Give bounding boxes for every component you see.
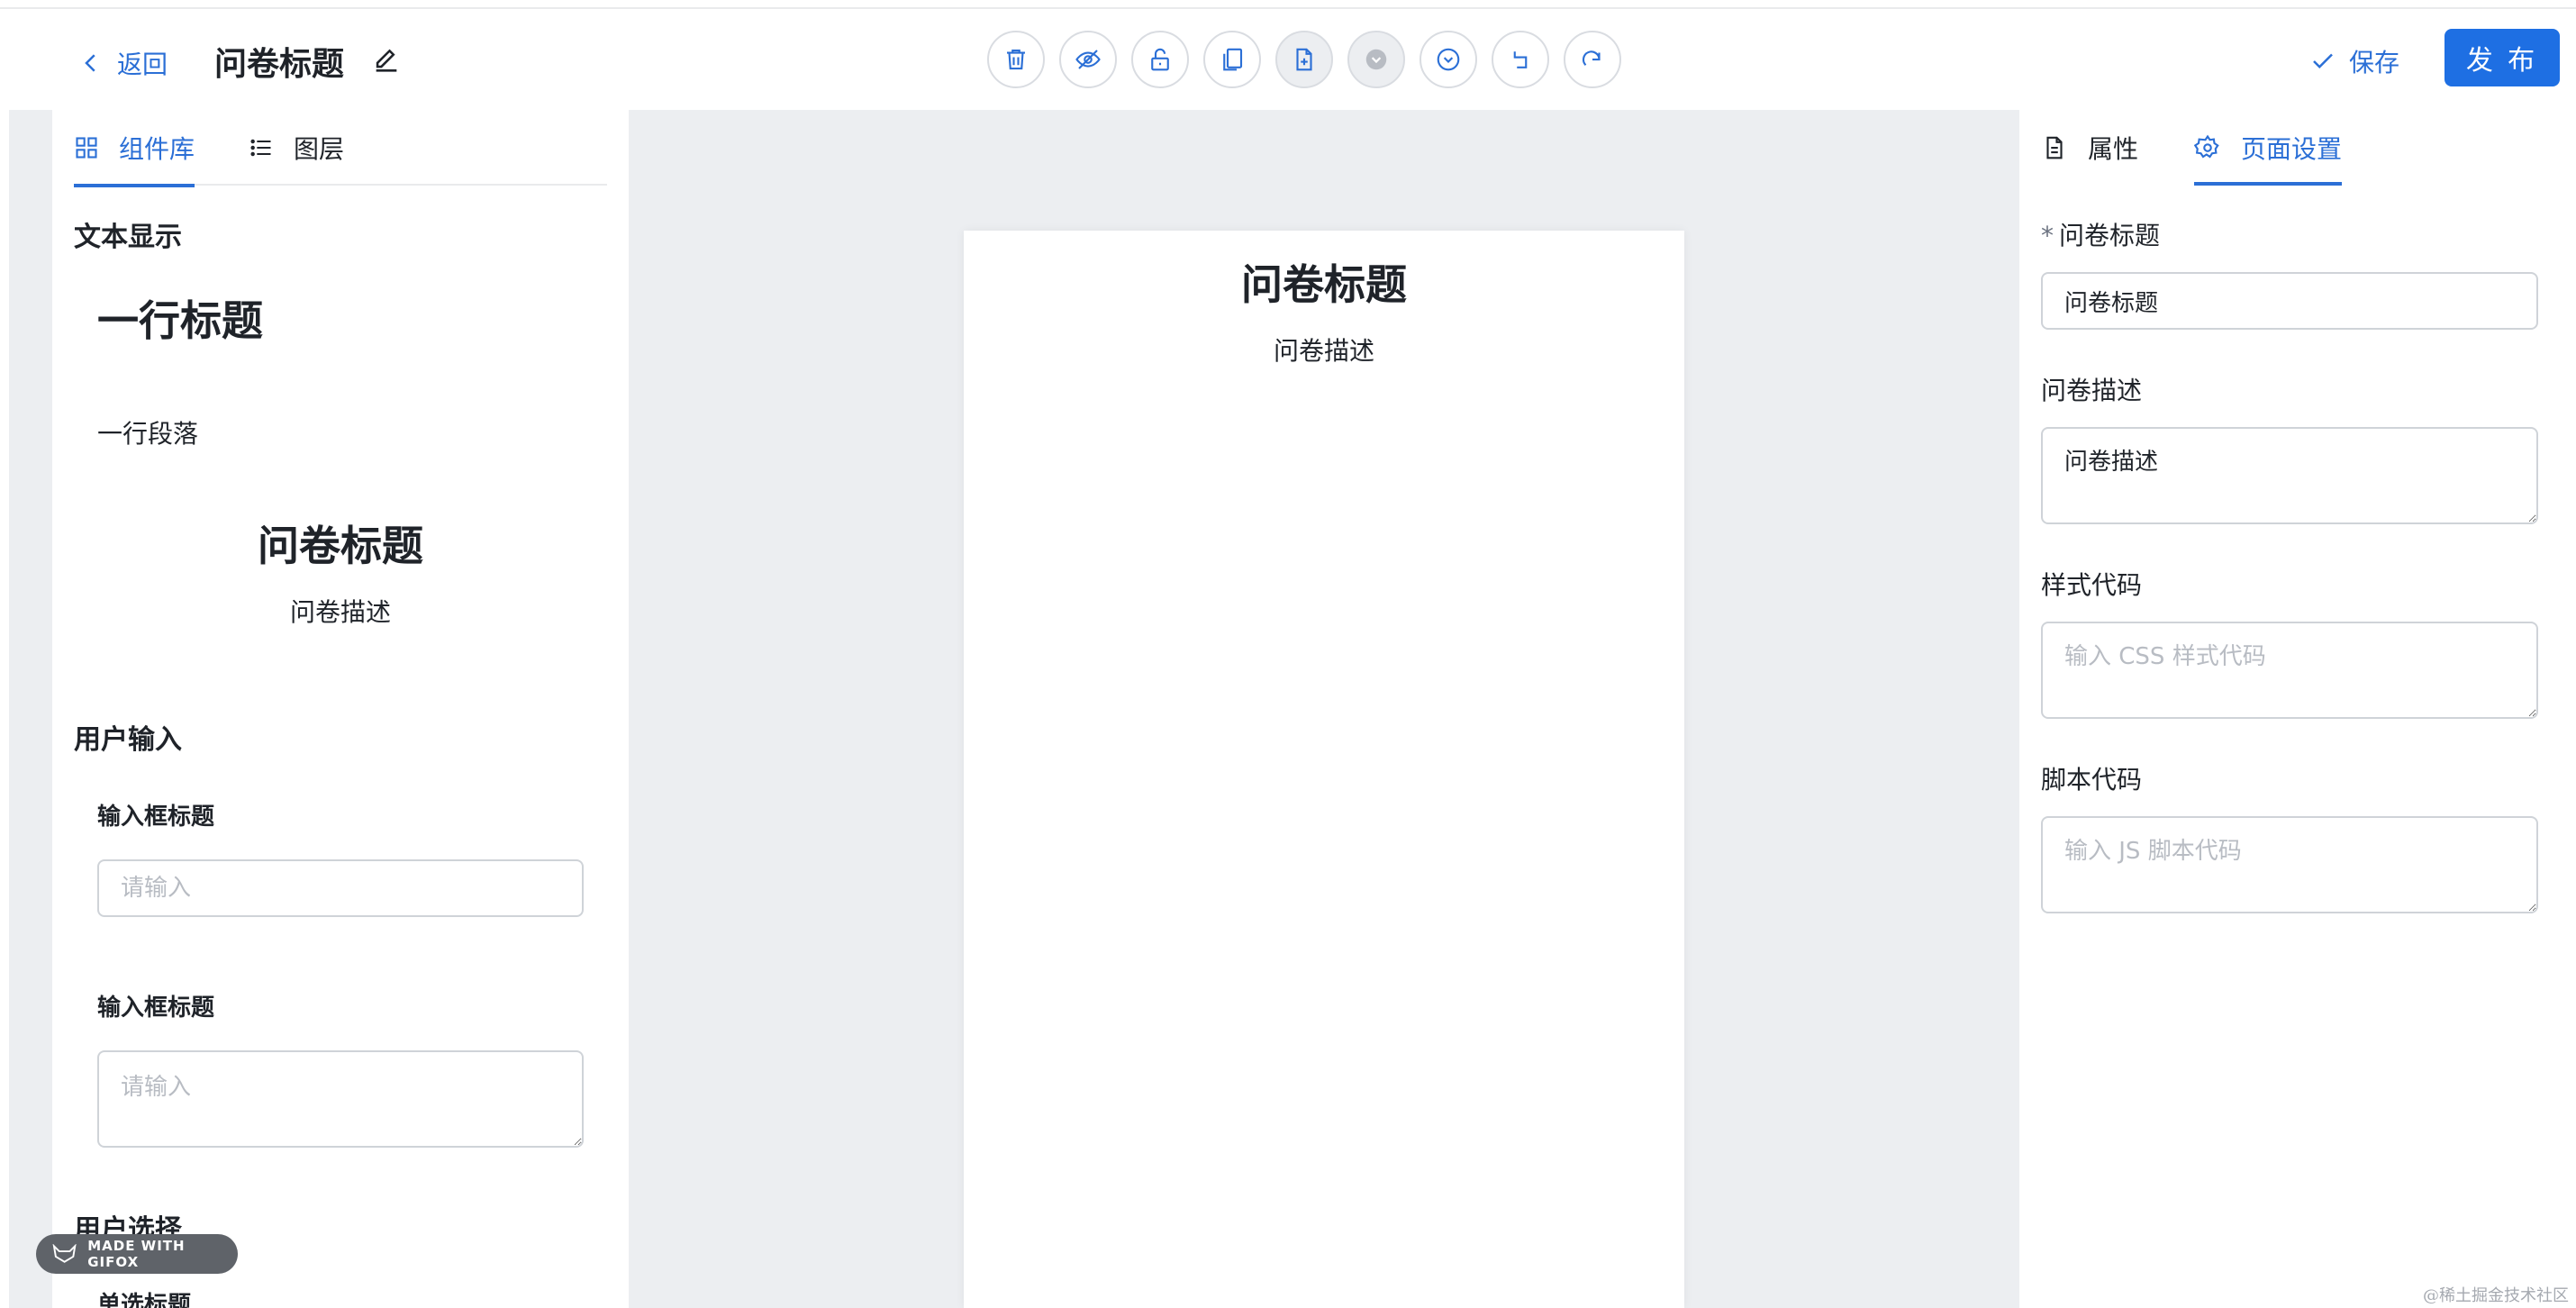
paste-button[interactable] xyxy=(1275,31,1333,88)
file-icon xyxy=(2046,136,2063,159)
window-top-border xyxy=(0,0,2576,9)
page-title: 问卷标题 xyxy=(214,46,345,83)
delete-button[interactable] xyxy=(987,31,1045,88)
delete-icon xyxy=(1007,49,1025,70)
component-heading[interactable]: 一行标题 xyxy=(97,288,263,348)
paste-icon xyxy=(1296,48,1312,71)
component-paragraph[interactable]: 一行段落 xyxy=(97,414,198,450)
right-tabs: 属性 页面设置 xyxy=(2041,110,2398,186)
tab-components-label: 组件库 xyxy=(119,134,195,164)
js-field: 脚本代码 xyxy=(2041,760,2538,917)
publish-button[interactable]: 发 布 xyxy=(2444,29,2560,86)
tab-page-settings[interactable]: 页面设置 xyxy=(2194,110,2343,186)
tab-properties[interactable]: 属性 xyxy=(2041,110,2138,186)
tab-components[interactable]: 组件库 xyxy=(74,110,195,187)
component-input-field[interactable] xyxy=(97,859,584,917)
component-textarea-field[interactable] xyxy=(97,1050,584,1148)
lock-button[interactable] xyxy=(1131,31,1189,88)
check-icon xyxy=(2313,53,2333,69)
component-radio-label[interactable]: 单选标题 xyxy=(97,1286,191,1308)
canvas-question-desc[interactable]: 问卷描述 xyxy=(964,332,1684,368)
component-question-info[interactable]: 问卷标题 问卷描述 xyxy=(97,513,584,629)
edit-pencil-icon[interactable] xyxy=(371,45,402,76)
save-button[interactable]: 保存 xyxy=(2309,43,2399,79)
editor-header: 返回 问卷标题 保存 发 布 xyxy=(0,9,2576,110)
undo-icon xyxy=(1513,51,1528,68)
gifox-logo-icon xyxy=(52,1244,77,1263)
description-textarea[interactable]: 问卷描述 xyxy=(2041,427,2538,524)
hide-button[interactable] xyxy=(1059,31,1117,88)
description-field-label: 问卷描述 xyxy=(2041,376,2143,405)
redo-icon xyxy=(1582,50,1601,66)
watermark: @稀土掘金技术社区 xyxy=(2423,1286,2569,1305)
copy-icon xyxy=(1223,48,1243,71)
canvas-question-title[interactable]: 问卷标题 xyxy=(964,252,1684,312)
title-field-label-text: 问卷标题 xyxy=(2059,221,2161,250)
left-tabs: 组件库 图层 xyxy=(74,110,607,187)
js-field-label: 脚本代码 xyxy=(2041,765,2143,795)
chevron-left-icon xyxy=(85,54,95,72)
component-question-desc: 问卷描述 xyxy=(289,597,391,627)
move-down-button[interactable] xyxy=(1420,31,1477,88)
title-field-label: * 问卷标题 xyxy=(2041,216,2538,252)
editor-toolbar xyxy=(987,31,1636,88)
title-input[interactable] xyxy=(2041,272,2538,330)
css-field-label: 样式代码 xyxy=(2041,570,2143,600)
tab-page-settings-label: 页面设置 xyxy=(2241,134,2343,164)
section-text-display: 文本显示 xyxy=(74,222,182,253)
component-textarea-label[interactable]: 输入框标题 xyxy=(97,989,214,1022)
title-field: * 问卷标题 xyxy=(2041,216,2538,330)
tab-layers-label: 图层 xyxy=(294,134,345,164)
tab-properties-label: 属性 xyxy=(2088,134,2139,164)
section-user-input: 用户输入 xyxy=(74,724,182,756)
required-mark: * xyxy=(2041,221,2054,250)
component-question-title: 问卷标题 xyxy=(258,522,423,570)
back-label: 返回 xyxy=(117,50,168,79)
css-textarea[interactable] xyxy=(2041,622,2538,719)
css-field: 样式代码 xyxy=(2041,566,2538,722)
move-up-button[interactable] xyxy=(1347,31,1405,88)
gifox-badge: MADE WITH GIFOX xyxy=(36,1234,238,1274)
component-input-label[interactable]: 输入框标题 xyxy=(97,798,214,831)
tab-layers[interactable]: 图层 xyxy=(249,110,344,186)
redo-button[interactable] xyxy=(1564,31,1621,88)
unlock-icon xyxy=(1151,48,1169,71)
gear-icon xyxy=(2194,134,2219,159)
hide-icon xyxy=(1075,50,1101,69)
grid-icon xyxy=(76,137,97,159)
undo-button[interactable] xyxy=(1492,31,1549,88)
move-up-icon xyxy=(1365,49,1387,70)
list-icon xyxy=(250,139,271,157)
component-library-panel: 组件库 图层 文本显示 一行标题 一行段落 问卷标题 问卷描述 用户输入 输入框… xyxy=(52,110,629,1308)
js-textarea[interactable] xyxy=(2041,816,2538,913)
copy-button[interactable] xyxy=(1203,31,1261,88)
back-button[interactable]: 返回 xyxy=(77,45,168,81)
move-down-icon xyxy=(1437,48,1460,71)
description-field: 问卷描述 问卷描述 xyxy=(2041,371,2538,528)
questionnaire-canvas[interactable]: 问卷标题 问卷描述 xyxy=(964,231,1684,1308)
save-label: 保存 xyxy=(2349,48,2400,77)
gifox-label: MADE WITH GIFOX xyxy=(87,1238,186,1270)
settings-panel: 属性 页面设置 *问卷标题 问卷描述 问卷描述 样式代码 脚本代码 xyxy=(2019,110,2576,1308)
